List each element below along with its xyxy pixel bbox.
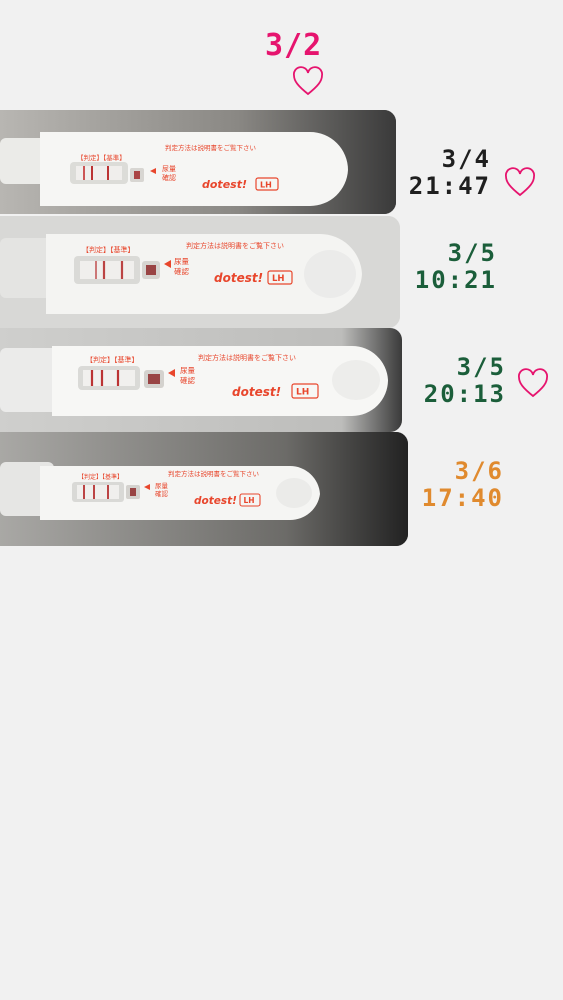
- strip-label-window: 【判定】【基準】: [78, 473, 123, 481]
- heart-icon: [517, 368, 549, 400]
- strip-label-urine-1: 尿量: [180, 366, 195, 375]
- strip-instruction: 判定方法は説明書をご覧下さい: [198, 353, 296, 362]
- strip-label-urine-2: 確認: [155, 489, 169, 498]
- entry-label-3: 3/5 20:13: [424, 354, 506, 408]
- strip-label-urine-2: 確認: [180, 375, 195, 385]
- strip-badge: LH: [244, 496, 255, 505]
- entry-date: 3/4: [441, 145, 491, 173]
- entry-label-2: 3/5 10:21: [415, 240, 497, 294]
- strip-brand: dotest!: [194, 495, 237, 507]
- strip-label-urine-2: 確認: [174, 266, 189, 276]
- entry-date: 3/6: [454, 457, 504, 485]
- heart-icon: [504, 167, 536, 199]
- strip-instruction: 判定方法は説明書をご覧下さい: [168, 469, 259, 478]
- entry-label-1: 3/4 21:47: [409, 146, 491, 200]
- entry-date: 3/5: [447, 239, 497, 267]
- strip-instruction: 判定方法は説明書をご覧下さい: [165, 143, 256, 152]
- strip-label-urine-2: 確認: [162, 173, 176, 182]
- strip-label-window: 【判定】【基準】: [86, 355, 139, 364]
- strip-label-urine-1: 尿量: [162, 165, 176, 173]
- header-date: 3/2: [265, 28, 323, 63]
- test-strip-photo-2: 【判定】【基準】 尿量 確認 判定方法は説明書をご覧下さい dotest! LH: [0, 216, 400, 328]
- strip-label-window: 【判定】【基準】: [77, 153, 126, 162]
- test-strip-photo-3: 【判定】【基準】 尿量 確認 判定方法は説明書をご覧下さい dotest! LH: [0, 328, 402, 432]
- entry-time: 21:47: [408, 172, 491, 200]
- strip-instruction: 判定方法は説明書をご覧下さい: [186, 241, 284, 250]
- strip-badge: LH: [296, 388, 309, 398]
- entry-date: 3/5: [456, 353, 506, 381]
- strip-badge: LH: [272, 274, 285, 284]
- strip-label-window: 【判定】【基準】: [82, 245, 135, 254]
- strip-brand: dotest!: [232, 385, 281, 399]
- strip-label-urine-1: 尿量: [174, 257, 189, 266]
- strip-label-urine-1: 尿量: [155, 482, 169, 490]
- strip-brand: dotest!: [214, 271, 263, 285]
- entry-label-4: 3/6 17:40: [422, 458, 504, 512]
- strip-badge: LH: [260, 181, 272, 190]
- entry-time: 20:13: [423, 380, 506, 408]
- header-heart-icon: [292, 66, 324, 98]
- test-strip-photo-1: 【判定】【基準】 尿量 確認 判定方法は説明書をご覧下さい dotest! LH: [0, 110, 396, 214]
- test-strip-photo-4: 【判定】【基準】 尿量 確認 判定方法は説明書をご覧下さい dotest! LH: [0, 432, 408, 546]
- entry-time: 17:40: [421, 484, 504, 512]
- entry-time: 10:21: [414, 266, 497, 294]
- strip-brand: dotest!: [202, 178, 247, 191]
